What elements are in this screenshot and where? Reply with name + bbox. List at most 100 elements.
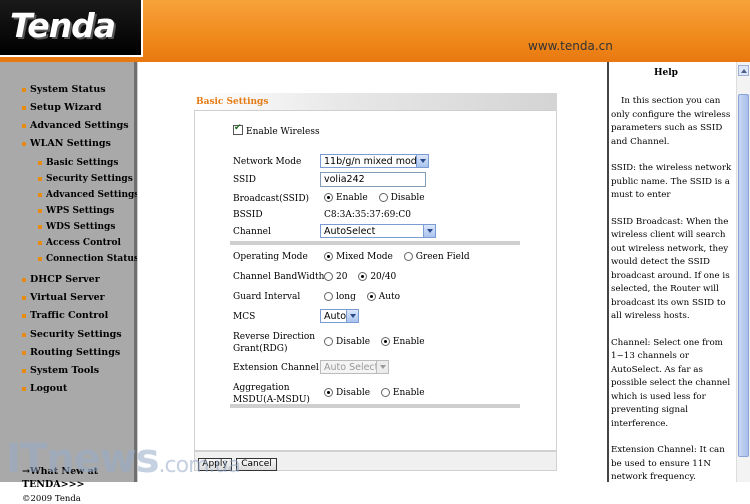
- broadcast-label: Broadcast(SSID): [233, 194, 310, 204]
- sidebar-item-traffic-control[interactable]: Traffic Control: [22, 310, 108, 321]
- bssid-value: C8:3A:35:37:69:C0: [324, 210, 411, 220]
- enable-wireless-checkbox[interactable]: [233, 123, 243, 135]
- rdg-disable-radio[interactable]: [324, 337, 333, 346]
- sidebar-item-wlan-settings[interactable]: WLAN Settings: [22, 138, 111, 149]
- header-banner: Tenda www.tenda.cn: [0, 0, 750, 62]
- sidebar-item-label: Basic Settings: [46, 158, 119, 168]
- copyright: ©2009 Tenda: [22, 494, 81, 504]
- watermark-suffix: .com.ua: [158, 453, 241, 478]
- amsdu-enable-label: Enable: [392, 388, 425, 398]
- sidebar-item-security-settings[interactable]: Security Settings: [38, 174, 133, 184]
- broadcast-disable-radio[interactable]: [378, 193, 388, 202]
- bullet-icon: [22, 295, 26, 300]
- sidebar-item-label: WDS Settings: [46, 222, 116, 232]
- sidebar-item-virtual-server[interactable]: Virtual Server: [22, 292, 105, 303]
- section-title: Basic Settings: [196, 97, 269, 107]
- amsdu-disable-label: Disable: [336, 388, 371, 398]
- scroll-up-arrow-icon[interactable]: [738, 65, 749, 76]
- sidebar-item-setup-wizard[interactable]: Setup Wizard: [22, 102, 101, 113]
- extension-channel-value: Auto Select: [324, 362, 379, 373]
- enable-wireless-label: Enable Wireless: [246, 127, 320, 137]
- amsdu-label: Aggregation MSDU(A-MSDU): [233, 382, 310, 406]
- operating-green-label: Green Field: [415, 252, 470, 262]
- section-header: Basic Settings: [194, 93, 557, 111]
- bssid-label: BSSID: [233, 210, 263, 220]
- amsdu-disable-radio[interactable]: [324, 388, 333, 397]
- sidebar-item-label: Access Control: [46, 238, 121, 248]
- bandwidth-2040-label: 20/40: [370, 272, 397, 282]
- network-mode-select[interactable]: 11b/g/n mixed mode: [320, 154, 429, 168]
- bullet-icon: [22, 350, 26, 355]
- bullet-icon: [22, 313, 26, 318]
- rdg-enable-label: Enable: [392, 337, 425, 347]
- bullet-icon: [38, 160, 42, 165]
- sidebar-item-routing-settings[interactable]: Routing Settings: [22, 347, 120, 358]
- bandwidth-2040-radio[interactable]: [358, 272, 368, 281]
- extension-channel-label: Extension Channel: [233, 363, 319, 373]
- bullet-icon: [22, 368, 26, 373]
- scroll-thumb[interactable]: [738, 94, 749, 457]
- watermark: ITnews.com.ua: [6, 436, 241, 482]
- sidebar-item-wds-settings[interactable]: WDS Settings: [38, 222, 115, 232]
- sidebar-item-access-control[interactable]: Access Control: [38, 238, 121, 248]
- guard-long-radio[interactable]: [324, 292, 333, 301]
- help-paragraph: SSID: the wireless network public name. …: [611, 163, 732, 200]
- sidebar-item-system-tools[interactable]: System Tools: [22, 365, 99, 376]
- bullet-icon: [22, 105, 26, 110]
- amsdu-radio-group: Disable Enable: [324, 388, 433, 398]
- sidebar-item-label: Connection Status: [46, 254, 139, 264]
- channel-value: AutoSelect: [324, 226, 376, 237]
- guard-long-label: long: [336, 292, 356, 302]
- mcs-value: Auto: [324, 311, 347, 322]
- broadcast-enable-radio[interactable]: [324, 193, 333, 202]
- operating-green-radio[interactable]: [403, 252, 413, 261]
- sidebar-item-basic-settings[interactable]: Basic Settings: [38, 158, 118, 168]
- channel-select[interactable]: AutoSelect: [320, 224, 436, 238]
- bullet-icon: [22, 141, 26, 146]
- site-url: www.tenda.cn: [528, 39, 613, 53]
- bullet-icon: [38, 240, 42, 245]
- bullet-icon: [22, 332, 26, 337]
- mcs-select[interactable]: Auto: [320, 309, 359, 323]
- chevron-down-icon: [376, 361, 388, 373]
- bullet-icon: [22, 386, 26, 391]
- sidebar-item-connection-status[interactable]: Connection Status: [38, 254, 139, 264]
- sidebar-item-label: DHCP Server: [30, 274, 100, 285]
- channel-label: Channel: [233, 227, 271, 237]
- sidebar-item-wps-settings[interactable]: WPS Settings: [38, 206, 114, 216]
- logo-text: Tenda: [10, 6, 116, 45]
- operating-mixed-label: Mixed Mode: [336, 252, 393, 262]
- bullet-icon: [38, 192, 42, 197]
- sidebar-item-label: Virtual Server: [30, 292, 105, 303]
- bullet-icon: [38, 208, 42, 213]
- section-divider: [230, 241, 520, 245]
- bullet-icon: [22, 123, 26, 128]
- chevron-down-icon: [423, 225, 435, 237]
- bandwidth-20-radio[interactable]: [324, 272, 333, 281]
- sidebar-item-label: Security Settings: [30, 329, 122, 340]
- sidebar-item-system-status[interactable]: System Status: [22, 84, 106, 95]
- guard-auto-radio[interactable]: [366, 292, 376, 301]
- sidebar-item-advanced-settings[interactable]: Advanced Settings: [22, 120, 129, 131]
- sidebar-item-label: Setup Wizard: [30, 102, 102, 113]
- help-scrollbar[interactable]: [736, 62, 750, 482]
- rdg-enable-radio[interactable]: [380, 337, 390, 346]
- help-panel: Help In this section you can only config…: [607, 62, 750, 482]
- sidebar-item-dhcp-server[interactable]: DHCP Server: [22, 274, 100, 285]
- ssid-input[interactable]: volia242: [320, 172, 426, 187]
- extension-channel-select[interactable]: Auto Select: [320, 360, 389, 374]
- sidebar-item-security-settings[interactable]: Security Settings: [22, 329, 122, 340]
- cancel-button[interactable]: Cancel: [236, 458, 277, 471]
- bullet-icon: [38, 176, 42, 181]
- help-paragraph: SSID Broadcast: When the wireless client…: [611, 216, 730, 322]
- sidebar-item-label: System Status: [30, 84, 106, 95]
- sidebar-item-logout[interactable]: Logout: [22, 383, 67, 394]
- ssid-label: SSID: [233, 175, 256, 185]
- operating-mixed-radio[interactable]: [324, 252, 333, 261]
- guard-interval-radio-group: long Auto: [324, 292, 408, 302]
- broadcast-disable-label: Disable: [390, 193, 425, 203]
- bullet-icon: [22, 87, 26, 92]
- bandwidth-20-label: 20: [336, 272, 348, 282]
- amsdu-enable-radio[interactable]: [380, 388, 390, 397]
- sidebar-item-advanced-settings[interactable]: Advanced Settings: [38, 190, 139, 200]
